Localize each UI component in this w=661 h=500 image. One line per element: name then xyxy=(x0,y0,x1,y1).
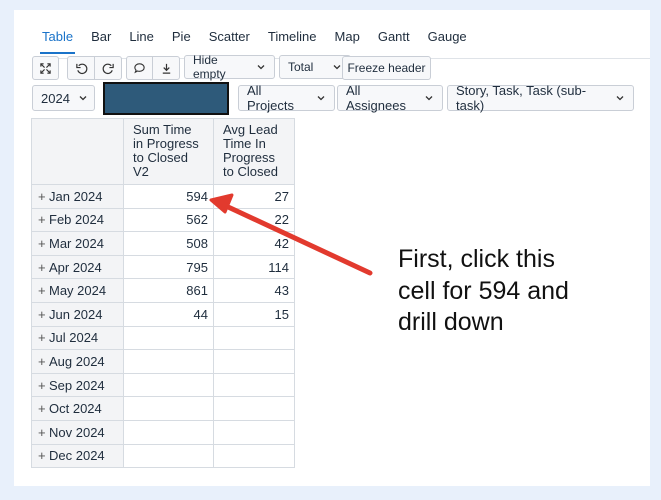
annotation-arrow-icon xyxy=(209,193,373,276)
